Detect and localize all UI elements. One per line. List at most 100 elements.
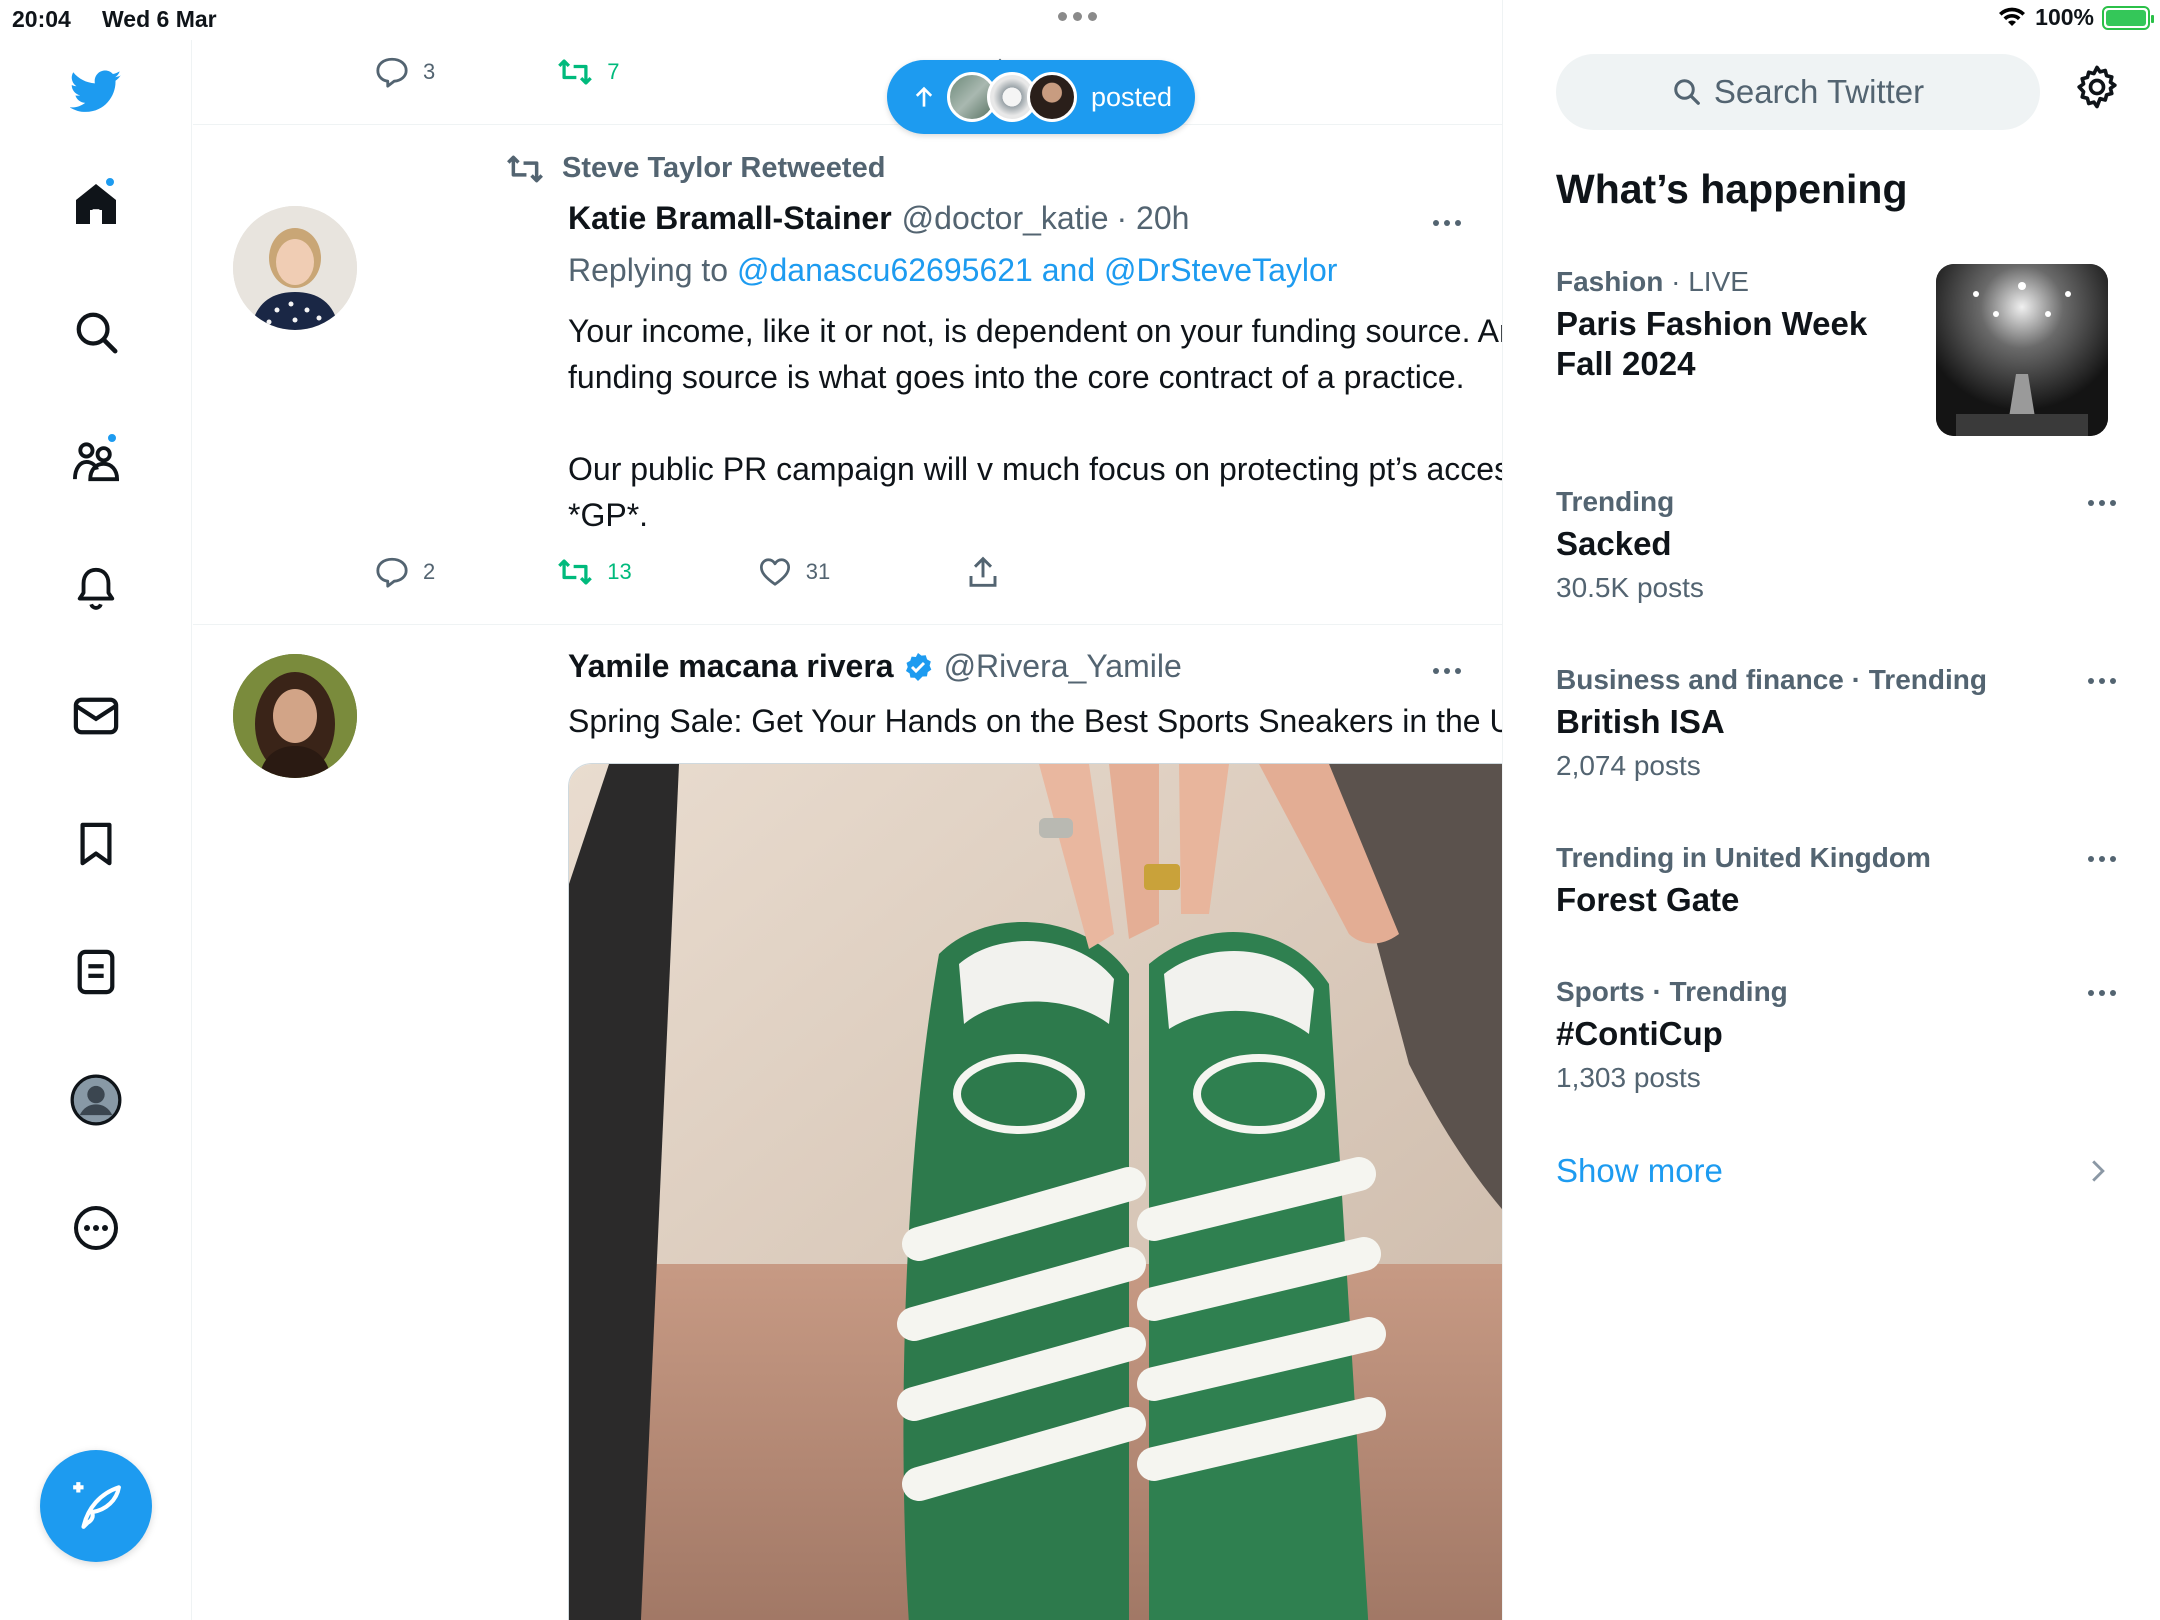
compose-post-button[interactable] xyxy=(40,1450,152,1562)
tweet-divider xyxy=(193,124,1502,125)
share-icon[interactable] xyxy=(968,556,998,588)
search-placeholder: Search Twitter xyxy=(1713,73,1925,110)
communities-icon xyxy=(73,442,120,482)
trend-item[interactable]: Trending in United Kingdom Forest Gate xyxy=(1556,842,2116,920)
chevron-right-icon xyxy=(2092,1160,2105,1182)
nav-bookmarks[interactable] xyxy=(66,814,126,874)
trend-more-button[interactable] xyxy=(2088,500,2116,506)
trend-item[interactable]: Business and finance · Trending British … xyxy=(1556,664,2116,782)
new-posts-pill[interactable]: posted xyxy=(887,60,1195,134)
trend-more-button[interactable] xyxy=(2088,856,2116,862)
tweet-paragraph: Spring Sale: Get Your Hands on the Best … xyxy=(568,703,1503,739)
trend-meta: Trending in United Kingdom xyxy=(1556,842,1931,873)
replying-to-prefix: Replying to xyxy=(568,252,729,288)
tweet-more-button[interactable] xyxy=(1433,220,1461,226)
nav-more[interactable] xyxy=(66,1198,126,1258)
prev-tweet-actions: 3 7 xyxy=(375,56,620,88)
sneakers-image xyxy=(569,764,1502,1620)
like-button[interactable]: 31 xyxy=(758,557,830,587)
timeline-feed[interactable]: 3 7 posted Steve Taylor Retweeted Katie … xyxy=(193,0,1503,1620)
gear-icon[interactable] xyxy=(2074,64,2120,110)
replying-to: Replying to @danascu62695621 and @DrStev… xyxy=(568,252,1337,289)
avatar[interactable] xyxy=(233,654,357,778)
reply-button[interactable]: 2 xyxy=(375,556,435,588)
tweet-more-button[interactable] xyxy=(1433,668,1461,674)
trend-featured[interactable]: Fashion · LIVE Paris Fashion Week Fall 2… xyxy=(1556,266,1916,384)
whats-happening-title: What’s happening xyxy=(1556,166,1908,212)
author-handle[interactable]: @doctor_katie xyxy=(902,200,1109,237)
left-nav xyxy=(0,40,192,1620)
lists-icon xyxy=(77,949,115,995)
author-name[interactable]: Yamile macana rivera xyxy=(568,648,894,685)
pill-avatar xyxy=(1027,72,1077,122)
trend-count: 30.5K posts xyxy=(1556,572,1704,603)
trend-live-label: · LIVE xyxy=(1671,266,1749,297)
search-icon xyxy=(1674,79,1700,105)
trend-thumbnail[interactable] xyxy=(1936,264,2108,436)
right-sidebar: Search Twitter What’s happening Fashion … xyxy=(1504,0,2160,1620)
tweet-time[interactable]: · 20h xyxy=(1116,200,1189,237)
nav-communities[interactable] xyxy=(66,430,126,490)
trend-item[interactable]: Sports · Trending #ContiCup 1,303 posts xyxy=(1556,976,2116,1094)
nav-home[interactable] xyxy=(66,174,126,234)
trend-item[interactable]: Trending Sacked 30.5K posts xyxy=(1556,486,2116,604)
mail-icon xyxy=(73,697,119,735)
avatar[interactable] xyxy=(233,206,357,330)
more-circle-icon xyxy=(74,1206,118,1250)
retweet-button[interactable]: 13 xyxy=(557,557,632,587)
replying-to-links[interactable]: @danascu62695621 and @DrSteveTaylor xyxy=(737,252,1337,288)
trend-meta: Sports · Trending xyxy=(1556,976,1788,1007)
trend-category: Fashion xyxy=(1556,266,1664,297)
retweet-context[interactable]: Steve Taylor Retweeted xyxy=(506,152,885,185)
nav-messages[interactable] xyxy=(66,686,126,746)
compose-feather-icon xyxy=(73,1482,121,1529)
reply-count: 3 xyxy=(423,59,436,84)
bell-icon xyxy=(77,567,115,610)
tweet-header: Yamile macana rivera @Rivera_Yamile xyxy=(568,648,1182,685)
nav-notifications[interactable] xyxy=(66,558,126,618)
search-input[interactable]: Search Twitter xyxy=(1556,54,2040,130)
tweet-paragraph: Your income, like it or not, is dependen… xyxy=(568,313,1503,395)
tweet-actions: 2 13 31 xyxy=(375,556,998,588)
reply-icon xyxy=(376,557,408,588)
author-handle[interactable]: @Rivera_Yamile xyxy=(944,648,1182,685)
like-count: 31 xyxy=(805,559,831,584)
arrow-up-icon xyxy=(915,86,933,107)
reply-icon xyxy=(376,57,408,88)
retweeted-by-label: Steve Taylor Retweeted xyxy=(562,152,886,184)
reply-count: 2 xyxy=(423,559,436,584)
retweet-count: 13 xyxy=(607,559,632,584)
trend-topic: Paris Fashion Week Fall 2024 xyxy=(1556,305,1868,382)
trend-meta: Trending xyxy=(1556,486,1675,517)
tweet-paragraph: Our public PR campaign will v much focus… xyxy=(568,451,1503,533)
author-name[interactable]: Katie Bramall-Stainer xyxy=(568,200,892,237)
nav-explore[interactable] xyxy=(66,302,126,362)
trend-topic: Forest Gate xyxy=(1556,881,1740,918)
tweet-media-video[interactable] xyxy=(568,763,1502,1620)
retweet-button[interactable]: 7 xyxy=(557,57,620,87)
nav-profile[interactable] xyxy=(66,1070,126,1130)
retweet-icon xyxy=(507,155,543,182)
new-posts-label: posted xyxy=(1091,81,1173,112)
retweet-icon xyxy=(558,59,593,85)
retweet-icon xyxy=(558,559,593,585)
pill-avatars xyxy=(947,72,1077,122)
trend-more-button[interactable] xyxy=(2088,678,2116,684)
trend-count: 1,303 posts xyxy=(1556,1062,1701,1093)
home-unread-dot xyxy=(104,176,116,188)
status-time: 20:04 xyxy=(12,6,71,32)
trend-topic: #ContiCup xyxy=(1556,1015,1723,1052)
profile-avatar-icon xyxy=(70,1074,122,1126)
trend-more-button[interactable] xyxy=(2088,990,2116,996)
verified-badge-icon xyxy=(905,652,931,681)
reply-button[interactable]: 3 xyxy=(375,56,435,88)
heart-icon xyxy=(759,558,790,586)
bookmark-icon xyxy=(80,822,112,866)
communities-unread-dot xyxy=(106,432,118,444)
tweet-text: Your income, like it or not, is dependen… xyxy=(568,308,1503,538)
nav-lists[interactable] xyxy=(66,942,126,1002)
tweet-header: Katie Bramall-Stainer @doctor_katie · 20… xyxy=(568,200,1189,237)
twitter-logo-icon[interactable] xyxy=(66,62,126,122)
show-more-link[interactable]: Show more xyxy=(1556,1152,1723,1190)
trend-meta: Business and finance · Trending xyxy=(1556,664,1987,695)
